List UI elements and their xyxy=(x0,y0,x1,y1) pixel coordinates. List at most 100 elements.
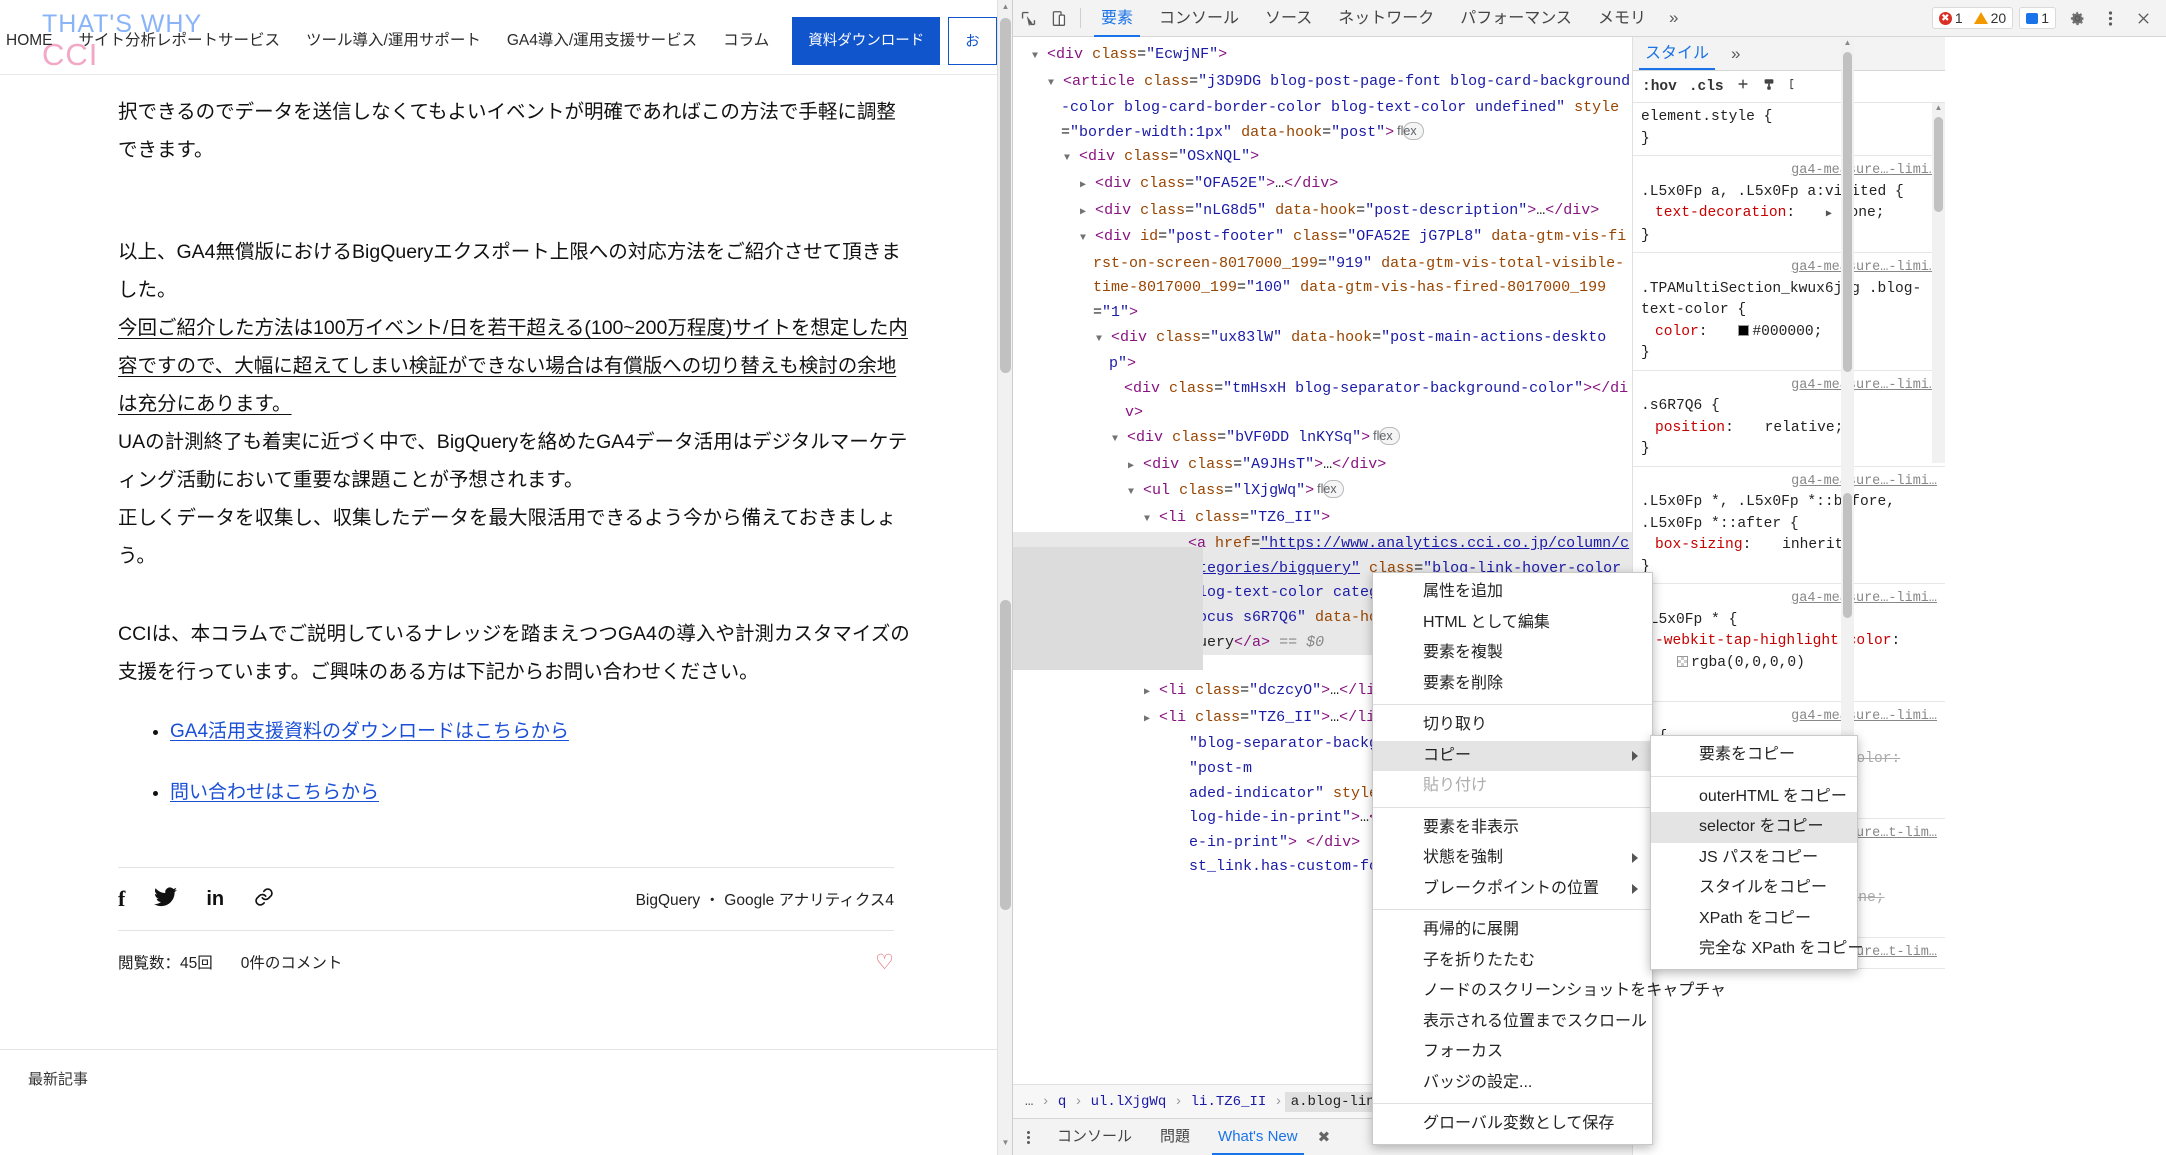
context-menu-item[interactable]: 要素を複製 xyxy=(1373,638,1652,669)
nav-item-column[interactable]: コラム xyxy=(710,26,782,56)
css-declaration[interactable]: color: #000000; xyxy=(1641,322,1937,344)
context-menu-item[interactable]: 属性を追加 xyxy=(1373,577,1652,608)
device-toolbar-icon[interactable] xyxy=(1043,3,1073,33)
dom-node[interactable]: ▶ <div class="OFA52E">…</div> xyxy=(1013,172,1632,199)
context-menu-item[interactable]: 状態を強制 xyxy=(1373,843,1652,874)
css-rule-origin[interactable]: ga4-measure…-limi… xyxy=(1791,163,1937,178)
nav-item-tool-support[interactable]: ツール導入/運用サポート xyxy=(293,26,494,56)
nav-item-home[interactable]: HOME xyxy=(0,26,66,56)
context-menu-item[interactable]: HTML として編集 xyxy=(1373,608,1652,639)
context-menu-item[interactable]: ノードのスクリーンショットをキャプチャ xyxy=(1373,976,1726,1007)
css-rule-origin[interactable]: ga4-measure…-limi… xyxy=(1791,709,1937,724)
context-menu-item[interactable]: 表示される位置までスクロール xyxy=(1373,1007,1652,1038)
more-tabs-icon[interactable]: » xyxy=(1659,8,1688,28)
css-rule[interactable]: ga4-measure…-limi… .L5x0Fp a, .L5x0Fp a:v… xyxy=(1633,156,1945,253)
submenu-item[interactable]: outerHTML をコピー xyxy=(1651,782,1857,813)
breadcrumb-item[interactable]: q xyxy=(1052,1092,1072,1112)
css-property[interactable]: box-sizing xyxy=(1655,537,1743,553)
css-declaration[interactable]: text-decoration: ▶ none; xyxy=(1641,203,1937,226)
new-style-rule-icon[interactable] xyxy=(1736,77,1750,96)
link-icon[interactable] xyxy=(253,887,275,911)
css-rule[interactable]: element.style {} xyxy=(1633,103,1945,156)
linkedin-icon[interactable]: in xyxy=(206,889,224,909)
dom-node[interactable]: ▼ <ul class="lXjgWq"> flex xyxy=(1013,479,1632,506)
css-selector[interactable]: .s6R7Q6 { xyxy=(1641,396,1937,418)
tab-network[interactable]: ネットワーク xyxy=(1325,0,1447,37)
css-rule[interactable]: ga4-measure…-limi… .s6R7Q6 {position: rel… xyxy=(1633,371,1945,467)
context-menu-item[interactable]: 切り取り xyxy=(1373,710,1652,741)
breadcrumb-item[interactable]: ul.lXjgWq xyxy=(1085,1092,1173,1112)
facebook-icon[interactable]: f xyxy=(118,888,125,910)
css-selector[interactable]: .TPAMultiSection_kwux6jhg .blog-text-col… xyxy=(1641,279,1937,322)
context-menu-item[interactable]: 再帰的に展開 xyxy=(1373,915,1652,946)
drawer-tab-issues[interactable]: 問題 xyxy=(1146,1119,1204,1155)
css-value[interactable]: relative; xyxy=(1765,420,1844,436)
element-classes-toggle[interactable]: .cls xyxy=(1689,79,1724,95)
expand-shorthand-icon[interactable]: ▶ xyxy=(1826,209,1832,220)
css-selector[interactable]: element.style { xyxy=(1641,107,1937,129)
gear-icon[interactable] xyxy=(2062,3,2092,33)
heart-icon[interactable]: ♡ xyxy=(875,950,894,975)
category-label-item[interactable]: BigQuery ・ Google アナリティクス4 xyxy=(636,892,894,909)
dom-context-menu[interactable]: 属性を追加 HTML として編集 要素を複製 要素を削除 切り取り コピー 貼り付け 要素を非… xyxy=(1372,572,1726,1145)
css-rule-origin[interactable]: ga4-measure…-limi… xyxy=(1791,260,1937,275)
css-selector[interactable]: .L5x0Fp * { xyxy=(1641,610,1937,632)
css-declaration[interactable]: -webkit-tap-highlight-color: rgba(0,0,0,… xyxy=(1641,631,1937,674)
styles-more-tabs-icon[interactable]: » xyxy=(1721,44,1750,64)
toggle-icon[interactable] xyxy=(1788,77,1800,96)
css-rule[interactable]: ga4-measure…-limi… .TPAMultiSection_kwux6… xyxy=(1633,253,1945,371)
css-rule-origin[interactable]: ga4-measure…-limi… xyxy=(1791,591,1937,606)
submenu-item[interactable]: JS パスをコピー xyxy=(1651,843,1857,874)
dom-node[interactable]: <div class="tmHsxH blog-separator-backgr… xyxy=(1013,377,1632,426)
dom-node[interactable]: ▼ <article class="j3D9DG blog-post-page-… xyxy=(1013,70,1632,146)
tab-performance[interactable]: パフォーマンス xyxy=(1447,0,1585,37)
css-value[interactable]: rgba(0,0,0,0) xyxy=(1691,655,1805,671)
context-menu-item[interactable]: 子を折りたたむ xyxy=(1373,946,1652,977)
styles-scroll-up-arrow[interactable]: ▲ xyxy=(1932,103,1945,116)
page-scrollbar-thumb-2[interactable] xyxy=(1000,600,1011,910)
css-property[interactable]: color xyxy=(1655,324,1699,340)
css-value[interactable]: #000000; xyxy=(1752,324,1822,340)
dom-node[interactable]: ▼ <div id="post-footer" class="OFA52E jG… xyxy=(1013,225,1632,325)
dom-node[interactable]: ▶ <div class="nLG8d5" data-hook="post-de… xyxy=(1013,199,1632,226)
css-selector[interactable]: .L5x0Fp *, .L5x0Fp *::before, .L5x0Fp *:… xyxy=(1641,492,1937,535)
submenu-item[interactable]: 完全な XPath をコピー xyxy=(1651,934,1863,965)
context-menu-item[interactable]: バッジの設定... xyxy=(1373,1068,1652,1099)
dom-node[interactable]: ▶ <div class="A9JHsT">…</div> xyxy=(1013,453,1632,480)
css-property[interactable]: -webkit-tap-highlight-color xyxy=(1655,633,1891,649)
tab-memory[interactable]: メモリ xyxy=(1585,0,1659,37)
nav-item-report-service[interactable]: サイト分析レポートサービス xyxy=(66,26,294,56)
more-options-icon[interactable] xyxy=(2095,3,2125,33)
tab-sources[interactable]: ソース xyxy=(1252,0,1325,37)
twitter-icon[interactable] xyxy=(154,887,178,911)
drawer-more-options-icon[interactable] xyxy=(1013,1122,1043,1152)
css-rule-origin[interactable]: ga4-measure…-limi… xyxy=(1791,378,1937,393)
tab-elements[interactable]: 要素 xyxy=(1088,0,1146,37)
drawer-close-icon[interactable]: ✖ xyxy=(1312,1128,1337,1146)
css-declaration[interactable]: position: relative; xyxy=(1641,418,1937,440)
css-rule[interactable]: ga4-measure…-limi….L5x0Fp *, .L5x0Fp *::… xyxy=(1633,467,1945,584)
dom-scrollbar[interactable]: ▲ xyxy=(1841,38,1854,793)
tab-console[interactable]: コンソール xyxy=(1146,0,1252,37)
submenu-item[interactable]: 要素をコピー xyxy=(1651,740,1857,771)
css-property[interactable]: text-decoration xyxy=(1655,205,1786,221)
issue-counters[interactable]: ✖ 1 20 xyxy=(1931,7,2014,29)
css-selector[interactable]: .L5x0Fp a, .L5x0Fp a:visited { xyxy=(1641,182,1937,204)
page-scrollbar-thumb[interactable] xyxy=(1000,18,1011,373)
tab-styles[interactable]: スタイル xyxy=(1633,37,1721,70)
dom-scroll-up-arrow[interactable]: ▲ xyxy=(1841,38,1854,51)
copy-submenu[interactable]: 要素をコピー outerHTML をコピー selector をコピー JS パスをコ… xyxy=(1650,735,1863,970)
close-icon[interactable] xyxy=(2128,3,2158,33)
context-menu-item[interactable]: フォーカス xyxy=(1373,1037,1652,1068)
dom-node[interactable]: ▼ <div class="ux83lW" data-hook="post-ma… xyxy=(1013,326,1632,377)
context-menu-item[interactable]: コピー xyxy=(1373,740,1652,771)
drawer-tab-console[interactable]: コンソール xyxy=(1043,1119,1146,1155)
css-rule[interactable]: ga4-measure…-limi… .L5x0Fp * {-webkit-tap… xyxy=(1633,584,1945,702)
dom-node[interactable]: ▼ <li class="TZ6_II"> xyxy=(1013,506,1632,533)
css-rule-origin[interactable]: ga4-measure…-limi… xyxy=(1791,474,1937,489)
download-materials-button[interactable]: 資料ダウンロード xyxy=(792,17,941,65)
breadcrumb-item[interactable]: li.TZ6_II xyxy=(1185,1092,1273,1112)
styles-scrollbar[interactable]: ▲ xyxy=(1932,103,1945,463)
submenu-item[interactable]: スタイルをコピー xyxy=(1651,873,1857,904)
css-property[interactable]: position xyxy=(1655,420,1725,436)
